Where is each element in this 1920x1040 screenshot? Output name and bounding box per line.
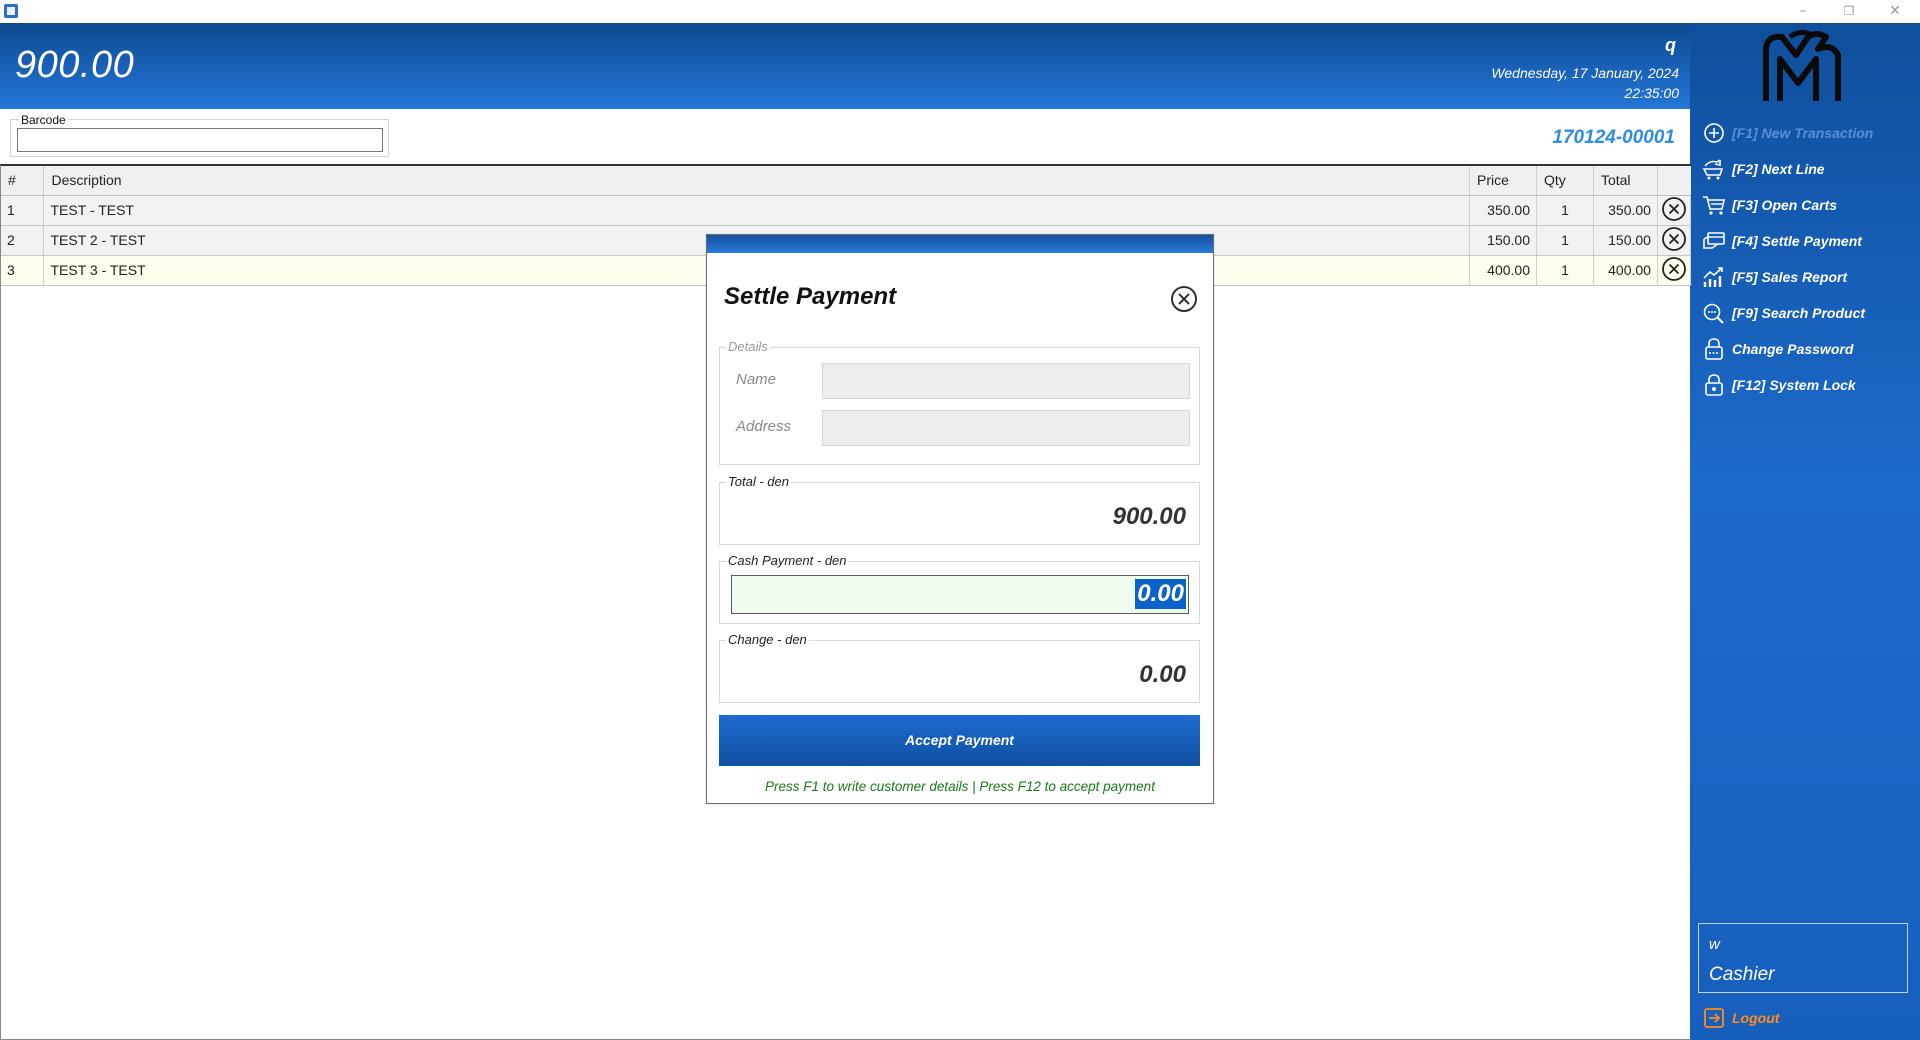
column-header-price: Price xyxy=(1469,166,1537,196)
column-header-action xyxy=(1657,166,1691,196)
cash-payment-value: 0.00 xyxy=(1135,579,1186,609)
header-time: 22:35:00 xyxy=(1624,85,1680,101)
cell-action xyxy=(1657,225,1692,256)
menu-label: [F12] System Lock xyxy=(1732,377,1856,393)
column-header-number: # xyxy=(1,166,45,196)
change-legend: Change - den xyxy=(726,632,809,647)
remove-item-icon[interactable] xyxy=(1661,226,1687,252)
remove-item-icon[interactable] xyxy=(1661,196,1687,222)
details-legend: Details xyxy=(726,339,770,354)
change-value: 0.00 xyxy=(1139,661,1186,688)
barcode-group: Barcode xyxy=(10,113,389,157)
cell-price: 350.00 xyxy=(1469,195,1537,226)
menu-label: [F5] Sales Report xyxy=(1732,269,1848,285)
cart-icon xyxy=(1702,193,1726,217)
lock-icon xyxy=(1702,337,1726,361)
remove-item-icon[interactable] xyxy=(1661,256,1687,282)
app-icon xyxy=(4,4,18,18)
barcode-label: Barcode xyxy=(19,113,68,127)
lock-closed-icon xyxy=(1702,373,1726,397)
menu-settle-payment[interactable]: [F4] Settle Payment xyxy=(1702,223,1912,259)
cell-number: 1 xyxy=(1,195,45,226)
total-legend: Total - den xyxy=(726,474,791,489)
cart-refresh-icon xyxy=(1702,157,1726,181)
menu-open-carts[interactable]: [F3] Open Carts xyxy=(1702,187,1912,223)
header-bar: 900.00 q Wednesday, 17 January, 2024 22:… xyxy=(0,23,1690,109)
cash-payment-input[interactable]: 0.00 xyxy=(731,575,1189,614)
address-field[interactable] xyxy=(822,410,1190,446)
cell-total: 150.00 xyxy=(1593,225,1658,256)
brand-logo xyxy=(1763,29,1841,101)
dialog-title: Settle Payment xyxy=(724,283,897,310)
close-window-button[interactable]: ✕ xyxy=(1872,0,1918,22)
barcode-input[interactable] xyxy=(17,128,383,152)
menu-label: [F4] Settle Payment xyxy=(1732,233,1862,249)
close-icon[interactable] xyxy=(1169,284,1199,314)
cell-total: 400.00 xyxy=(1593,255,1658,286)
cell-action xyxy=(1657,195,1692,226)
cash-payment-group: Cash Payment - den 0.00 xyxy=(719,553,1200,624)
menu-sales-report[interactable]: [F5] Sales Report xyxy=(1702,259,1912,295)
grand-total: 900.00 xyxy=(15,44,135,86)
cash-payment-legend: Cash Payment - den xyxy=(726,553,849,568)
cell-action xyxy=(1657,255,1692,286)
menu-change-password[interactable]: Change Password xyxy=(1702,331,1912,367)
user-info-box: w Cashier xyxy=(1698,923,1908,993)
total-group: Total - den 900.00 xyxy=(719,474,1200,545)
cell-number: 2 xyxy=(1,225,45,256)
user-role: Cashier xyxy=(1709,964,1775,985)
chart-icon xyxy=(1702,265,1726,289)
user-name: w xyxy=(1709,936,1720,953)
cell-qty: 1 xyxy=(1536,195,1594,226)
address-label: Address xyxy=(736,418,792,435)
logout-label: Logout xyxy=(1732,1010,1780,1026)
payment-icon xyxy=(1702,229,1726,253)
name-label: Name xyxy=(736,371,777,388)
table-header-row: # Description Price Qty Total xyxy=(1,166,1691,196)
keyboard-hint: Press F1 to write customer details | Pre… xyxy=(765,779,1155,794)
header-date: Wednesday, 17 January, 2024 xyxy=(1491,65,1679,81)
plus-circle-icon xyxy=(1702,121,1726,145)
menu-label: [F2] Next Line xyxy=(1732,161,1825,177)
menu-system-lock[interactable]: [F12] System Lock xyxy=(1702,367,1912,403)
cell-price: 150.00 xyxy=(1469,225,1537,256)
cell-description: TEST - TEST xyxy=(43,195,1470,226)
minimize-button[interactable]: – xyxy=(1780,0,1826,22)
transaction-number: 170124-00001 xyxy=(1552,127,1675,148)
menu-next-line[interactable]: [F2] Next Line xyxy=(1702,151,1912,187)
logout-icon xyxy=(1702,1006,1726,1030)
menu-label: Change Password xyxy=(1732,341,1854,357)
change-group: Change - den 0.00 xyxy=(719,632,1200,703)
sidebar-menu: [F1] New Transaction [F2] Next Line [F3]… xyxy=(1702,115,1912,403)
restore-button[interactable]: ❐ xyxy=(1826,0,1872,22)
cell-price: 400.00 xyxy=(1469,255,1537,286)
header-user-initial: q xyxy=(1665,35,1676,55)
name-field[interactable] xyxy=(822,363,1190,399)
details-group: Details Name Address xyxy=(719,339,1200,465)
search-icon xyxy=(1702,301,1726,325)
menu-label: [F1] New Transaction xyxy=(1732,125,1874,141)
column-header-description: Description xyxy=(43,166,1470,196)
dialog-title-bar xyxy=(707,235,1213,253)
logout-button[interactable]: Logout xyxy=(1702,1006,1779,1030)
cell-qty: 1 xyxy=(1536,255,1594,286)
total-value: 900.00 xyxy=(1112,503,1186,530)
menu-new-transaction[interactable]: [F1] New Transaction xyxy=(1702,115,1912,151)
menu-label: [F9] Search Product xyxy=(1732,305,1866,321)
cell-total: 350.00 xyxy=(1593,195,1658,226)
table-row[interactable]: 1 TEST - TEST 350.00 1 350.00 xyxy=(1,195,1692,226)
column-header-qty: Qty xyxy=(1536,166,1594,196)
settle-payment-dialog: Settle Payment Details Name Address Tota… xyxy=(706,234,1214,804)
menu-search-product[interactable]: [F9] Search Product xyxy=(1702,295,1912,331)
cell-qty: 1 xyxy=(1536,225,1594,256)
column-header-total: Total xyxy=(1593,166,1658,196)
cell-number: 3 xyxy=(1,255,45,286)
menu-label: [F3] Open Carts xyxy=(1732,197,1838,213)
sidebar: [F1] New Transaction [F2] Next Line [F3]… xyxy=(1690,23,1920,1040)
window-titlebar: – ❐ ✕ xyxy=(0,0,1920,23)
accept-payment-button[interactable]: Accept Payment xyxy=(719,715,1200,766)
